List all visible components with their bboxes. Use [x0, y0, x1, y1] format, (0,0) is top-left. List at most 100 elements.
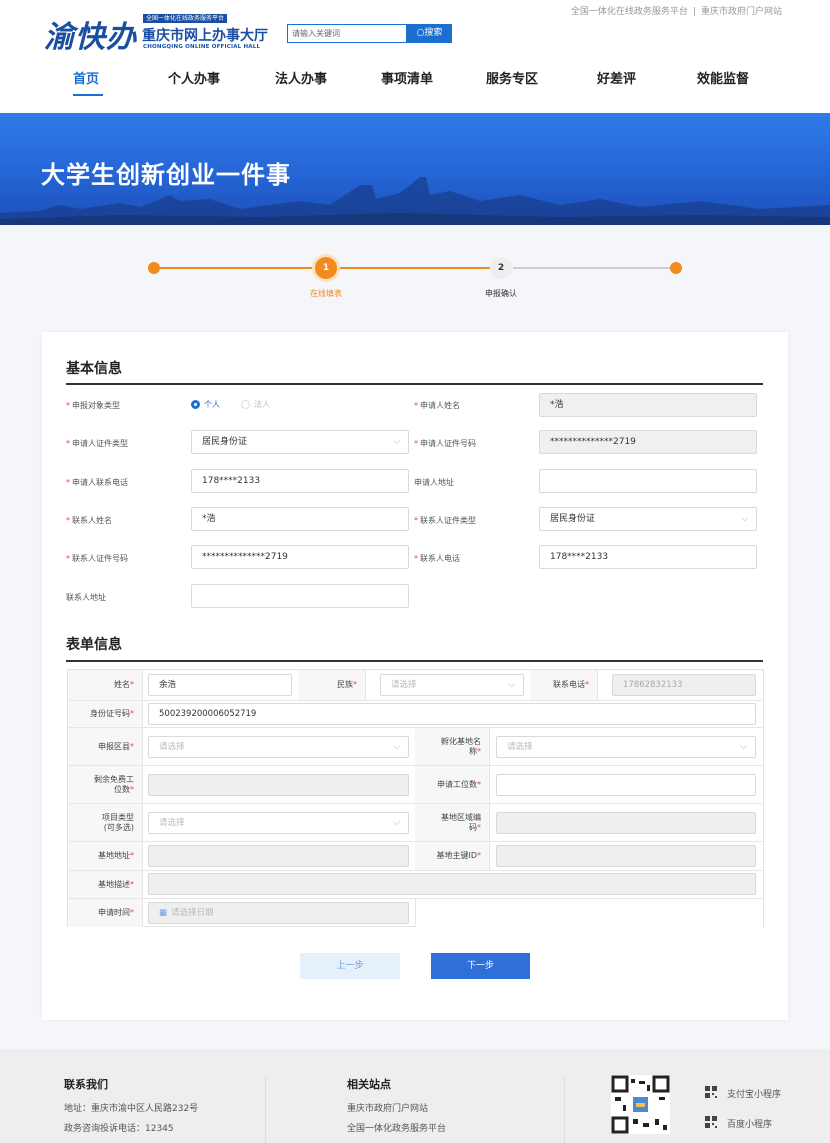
label-project-type: 项目类型 (可多选) — [68, 804, 143, 841]
footer-link-gov[interactable]: 重庆市政府门户网站 — [347, 1101, 428, 1114]
district-select[interactable]: 请选择 ⌵ — [148, 736, 409, 758]
label-contact-phone-form: 联系电话 * — [530, 670, 598, 700]
label-address: 申请人地址 — [414, 478, 454, 487]
base-id-field[interactable] — [496, 845, 756, 867]
nav-legal[interactable]: 法人办事 — [275, 68, 327, 87]
label-contact-id-type: * 联系人证件类型 — [414, 516, 476, 525]
form-info-title: 表单信息 — [66, 637, 122, 653]
applicant-name-field[interactable]: *浩 — [539, 393, 757, 417]
step-2-label: 申报确认 — [485, 289, 517, 298]
prev-step-button[interactable]: 上一步 — [300, 953, 400, 979]
search-button[interactable]: ○搜索 — [407, 24, 452, 43]
search-button-label: 搜索 — [424, 28, 443, 38]
step-2-circle: 2 — [490, 257, 512, 279]
nav-rating[interactable]: 好差评 — [597, 68, 636, 87]
contact-id-type-select[interactable]: 居民身份证 ⌵ — [539, 507, 757, 531]
label-base-id: 基地主键ID * — [415, 842, 490, 870]
label-base-desc: 基地描述 * — [68, 871, 143, 898]
id-type-select[interactable]: 居民身份证 ⌵ — [191, 430, 409, 454]
label-apply-time: 申请时间 * — [68, 899, 143, 927]
label-contact-name: * 联系人姓名 — [66, 516, 112, 525]
site-footer: 联系我们 地址：重庆市渝中区人民路232号 政务咨询投诉电话：12345 相关站… — [0, 1049, 830, 1143]
search-input[interactable]: 请输入关键词 — [287, 24, 407, 43]
footer-link-national[interactable]: 全国一体化政务服务平台 — [347, 1121, 446, 1134]
label-area-code: 基地区域编 码* — [415, 804, 490, 841]
contact-name-field[interactable]: *浩 — [191, 507, 409, 531]
top-link-gov[interactable]: 重庆市政府门户网站 — [701, 7, 782, 17]
label-id-number-form: 身份证号码 * — [68, 701, 143, 727]
site-title: 重庆市网上办事大厅 — [142, 28, 268, 44]
label-ethnic: 民族 * — [298, 670, 366, 700]
apply-seats-field[interactable] — [496, 774, 756, 796]
label-contact-phone: * 联系人电话 — [414, 554, 460, 563]
label-applicant-type: * 申报对象类型 — [66, 401, 120, 410]
footer-hotline: 政务咨询投诉电话：12345 — [64, 1124, 174, 1134]
contact-address-field[interactable] — [191, 584, 409, 608]
label-contact-address: 联系人地址 — [66, 593, 106, 602]
label-base-address: 基地地址 * — [68, 842, 143, 870]
site-header: 渝快办 全国一体化在线政务服务平台 重庆市网上办事大厅 CHONGQING ON… — [0, 0, 830, 113]
base-name-select[interactable]: 请选择 ⌵ — [496, 736, 756, 758]
alipay-mini-program-link[interactable]: 支付宝小程序 — [727, 1087, 781, 1100]
step-end-dot — [670, 262, 682, 274]
nav-supervision[interactable]: 效能监督 — [697, 68, 749, 87]
id-number-form-field[interactable]: 500239200006052719 — [148, 703, 756, 725]
radio-personal[interactable]: 个人 — [191, 399, 220, 410]
step-1-circle: 1 — [315, 257, 337, 279]
step-1-label: 在线填表 — [310, 289, 342, 298]
area-code-field[interactable] — [496, 812, 756, 834]
chevron-down-icon: ⌵ — [740, 742, 747, 752]
page-banner: 大学生创新创业一件事 — [0, 113, 830, 225]
radio-legal[interactable]: 法人 — [241, 399, 270, 410]
chevron-down-icon: ⌵ — [393, 437, 400, 447]
apply-time-picker[interactable]: ▦ 请选择日期 — [148, 902, 409, 924]
next-step-button[interactable]: 下一步 — [431, 953, 530, 979]
basic-info-title: 基本信息 — [66, 361, 122, 377]
ethnic-select[interactable]: 请选择 ⌵ — [380, 674, 524, 696]
label-name: 姓名 * — [68, 670, 143, 700]
footer-divider — [265, 1077, 266, 1143]
footer-address: 地址：重庆市渝中区人民路232号 — [64, 1104, 199, 1114]
footer-contact-title: 联系我们 — [64, 1078, 108, 1091]
logo-text: 渝快办 — [44, 20, 137, 55]
name-field[interactable]: 余浩 — [148, 674, 292, 696]
step-line — [513, 267, 671, 269]
contact-phone-field[interactable]: 178****2133 — [539, 545, 757, 569]
form-table: 姓名 * 余浩 民族 * 请选择 ⌵ 联系电话 * 17862832133 身份证号码 *… — [67, 669, 764, 927]
base-desc-field[interactable] — [148, 873, 756, 895]
top-link-national[interactable]: 全国一体化在线政务服务平台 — [571, 7, 688, 17]
top-links: 全国一体化在线政务服务平台 | 重庆市政府门户网站 — [570, 7, 782, 17]
label-apply-seats: 申请工位数 * — [415, 766, 490, 803]
nav-service-zone[interactable]: 服务专区 — [486, 68, 538, 87]
label-contact-id-number: * 联系人证件号码 — [66, 554, 128, 563]
form-card: 基本信息 * 申报对象类型 个人 法人 * 申请人姓名 *浩 * 申请人证件类型 居民… — [42, 332, 788, 1020]
nav-home[interactable]: 首页 — [73, 68, 99, 87]
baidu-mini-program-link[interactable]: 百度小程序 — [727, 1117, 772, 1130]
label-applicant-name: * 申请人姓名 — [414, 401, 460, 410]
footer-sites-title: 相关站点 — [347, 1078, 391, 1091]
qr-code-image — [611, 1075, 670, 1134]
calendar-icon: ▦ — [159, 908, 168, 918]
section-divider — [66, 383, 763, 385]
free-seats-field[interactable] — [148, 774, 409, 796]
base-address-field[interactable] — [148, 845, 409, 867]
label-id-type: * 申请人证件类型 — [66, 439, 128, 448]
label-free-seats: 剩余免费工 位数* — [68, 766, 143, 803]
chevron-down-icon: ⌵ — [508, 680, 515, 690]
id-number-field[interactable]: **************2719 — [539, 430, 757, 454]
address-field[interactable] — [539, 469, 757, 493]
page-title: 大学生创新创业一件事 — [41, 161, 291, 189]
step-start-dot — [148, 262, 160, 274]
nav-personal[interactable]: 个人办事 — [168, 68, 220, 87]
contact-phone-form-field[interactable]: 17862832133 — [612, 674, 756, 696]
site-logo[interactable]: 渝快办 — [44, 12, 137, 56]
phone-field[interactable]: 178****2133 — [191, 469, 409, 493]
chevron-down-icon: ⌵ — [741, 514, 748, 524]
progress-steps: 1 2 在线填表 申报确认 — [0, 225, 830, 325]
label-id-number: * 申请人证件号码 — [414, 439, 476, 448]
contact-id-number-field[interactable]: **************2719 — [191, 545, 409, 569]
site-subtitle: CHONGQING ONLINE OFFICIAL HALL — [143, 44, 261, 50]
project-type-select[interactable]: 请选择 ⌵ — [148, 812, 409, 834]
step-line — [340, 267, 490, 269]
nav-list[interactable]: 事项清单 — [381, 68, 433, 87]
